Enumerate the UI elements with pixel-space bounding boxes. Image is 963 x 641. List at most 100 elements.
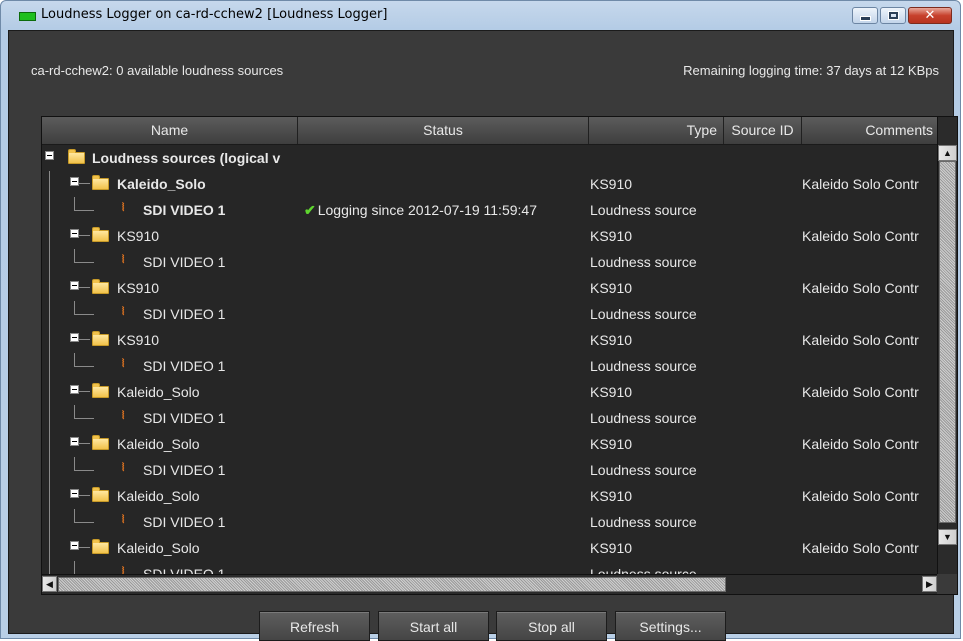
row-name: SDI VIDEO 1 <box>143 358 226 374</box>
tree-connector <box>49 457 50 483</box>
scroll-up-button[interactable]: ▲ <box>938 145 957 161</box>
column-header-type[interactable]: Type <box>589 117 724 144</box>
row-name: SDI VIDEO 1 <box>143 202 226 218</box>
tree-connector <box>74 314 94 315</box>
close-button[interactable]: ✕ <box>908 7 952 24</box>
folder-icon <box>92 175 109 190</box>
tree-connector <box>49 249 50 275</box>
tree-connector <box>49 301 50 327</box>
tree-connector <box>74 366 94 367</box>
collapse-toggle-icon[interactable] <box>70 229 79 238</box>
collapse-toggle-icon[interactable] <box>70 333 79 342</box>
column-header-source-id[interactable]: Source ID <box>724 117 802 144</box>
tree-connector <box>74 418 94 419</box>
tree-group-row[interactable]: KS910 KS910 Kaleido Solo Contr <box>42 327 939 353</box>
collapse-toggle-icon[interactable] <box>70 437 79 446</box>
horizontal-scroll-thumb[interactable] <box>58 577 726 592</box>
tree-root-row[interactable]: Loudness sources (logical v <box>42 145 939 171</box>
column-header-comments[interactable]: Comments <box>802 117 939 144</box>
tree-connector <box>49 535 50 561</box>
folder-icon <box>68 149 85 164</box>
stop-all-button[interactable]: Stop all <box>496 611 607 641</box>
tree-group-row[interactable]: Kaleido_Solo KS910 Kaleido Solo Contr <box>42 535 939 561</box>
row-name: KS910 <box>117 280 160 296</box>
tree-connector <box>49 379 50 405</box>
row-type: Loudness source <box>590 306 697 322</box>
tree-connector <box>49 431 50 457</box>
tree-leaf-row[interactable]: ⦚ SDI VIDEO 1 Loudness source <box>42 405 939 431</box>
tree-connector <box>74 210 94 211</box>
tree-leaf-row[interactable]: ⦚ SDI VIDEO 1 Loudness source <box>42 301 939 327</box>
vertical-scrollbar[interactable]: ▲ ▼ <box>937 117 957 575</box>
maximize-button[interactable] <box>880 7 906 24</box>
tree-leaf-row[interactable]: ⦚ SDI VIDEO 1 Loudness source <box>42 353 939 379</box>
row-name: SDI VIDEO 1 <box>143 306 226 322</box>
collapse-toggle-icon[interactable] <box>70 489 79 498</box>
start-all-button[interactable]: Start all <box>378 611 489 641</box>
client-area: ca-rd-cchew2: 0 available loudness sourc… <box>8 30 958 641</box>
row-type: KS910 <box>590 332 633 348</box>
available-sources-text: ca-rd-cchew2: 0 available loudness sourc… <box>31 63 284 78</box>
minimize-icon <box>859 16 871 21</box>
tree-connector <box>49 561 50 575</box>
tree-group-row[interactable]: Kaleido_Solo KS910 Kaleido Solo Contr <box>42 431 939 457</box>
minimize-button[interactable] <box>852 7 878 24</box>
row-comments: Kaleido Solo Contr <box>802 436 919 452</box>
scroll-right-button[interactable]: ▶ <box>922 576 937 592</box>
row-comments: Kaleido Solo Contr <box>802 176 919 192</box>
close-icon: ✕ <box>924 8 936 23</box>
row-comments: Kaleido Solo Contr <box>802 540 919 556</box>
tree-leaf-row[interactable]: ⦚ SDI VIDEO 1 Loudness source <box>42 249 939 275</box>
row-type: KS910 <box>590 228 633 244</box>
column-header-name[interactable]: Name <box>42 117 298 144</box>
row-comments: Kaleido Solo Contr <box>802 228 919 244</box>
tree-group-row[interactable]: Kaleido_Solo KS910 Kaleido Solo Contr <box>42 171 939 197</box>
scroll-down-button[interactable]: ▼ <box>938 529 957 545</box>
row-name: KS910 <box>117 228 160 244</box>
tree-connector <box>78 391 90 392</box>
scroll-left-button[interactable]: ◀ <box>42 576 57 592</box>
rss-feed-icon: ⦚ <box>122 514 125 526</box>
app-window: Loudness Logger on ca-rd-cchew2 [Loudnes… <box>0 0 961 641</box>
remaining-time-text: Remaining logging time: 37 days at 12 KB… <box>683 63 939 78</box>
row-name: SDI VIDEO 1 <box>143 410 226 426</box>
folder-icon <box>92 383 109 398</box>
folder-icon <box>92 331 109 346</box>
folder-icon <box>92 227 109 242</box>
collapse-toggle-icon[interactable] <box>70 177 79 186</box>
tree-connector <box>49 353 50 379</box>
row-type: Loudness source <box>590 254 697 270</box>
tree-leaf-row[interactable]: ⦚ SDI VIDEO 1 ✔ Logging since 2012-07-19 11… <box>42 197 939 223</box>
tree-connector <box>74 353 75 366</box>
row-name: SDI VIDEO 1 <box>143 514 226 530</box>
collapse-toggle-icon[interactable] <box>45 151 54 160</box>
tree-connector <box>49 483 50 509</box>
tree-connector <box>74 561 75 574</box>
collapse-toggle-icon[interactable] <box>70 385 79 394</box>
row-type: KS910 <box>590 540 633 556</box>
settings-button[interactable]: Settings... <box>615 611 726 641</box>
table-header: Name Status Type Source ID Comments <box>42 117 939 145</box>
tree-group-row[interactable]: KS910 KS910 Kaleido Solo Contr <box>42 275 939 301</box>
table-body: Loudness sources (logical v Kaleido_Solo… <box>42 145 939 575</box>
collapse-toggle-icon[interactable] <box>70 281 79 290</box>
tree-group-row[interactable]: KS910 KS910 Kaleido Solo Contr <box>42 223 939 249</box>
title-bar[interactable]: Loudness Logger on ca-rd-cchew2 [Loudnes… <box>1 1 960 31</box>
tree-connector <box>74 509 75 522</box>
tree-group-row[interactable]: Kaleido_Solo KS910 Kaleido Solo Contr <box>42 379 939 405</box>
horizontal-scrollbar[interactable]: ◀ ▶ <box>42 574 939 594</box>
column-header-status[interactable]: Status <box>298 117 589 144</box>
tree-connector <box>78 287 90 288</box>
scroll-corner <box>937 574 957 594</box>
app-icon <box>19 12 36 21</box>
tree-root-label: Loudness sources (logical v <box>92 150 281 166</box>
tree-connector <box>78 443 90 444</box>
tree-group-row[interactable]: Kaleido_Solo KS910 Kaleido Solo Contr <box>42 483 939 509</box>
collapse-toggle-icon[interactable] <box>70 541 79 550</box>
tree-leaf-row[interactable]: ⦚ SDI VIDEO 1 Loudness source <box>42 561 939 575</box>
rss-feed-icon: ⦚ <box>122 254 125 266</box>
tree-leaf-row[interactable]: ⦚ SDI VIDEO 1 Loudness source <box>42 509 939 535</box>
vertical-scroll-thumb[interactable] <box>939 161 956 523</box>
refresh-button[interactable]: Refresh <box>259 611 370 641</box>
tree-leaf-row[interactable]: ⦚ SDI VIDEO 1 Loudness source <box>42 457 939 483</box>
